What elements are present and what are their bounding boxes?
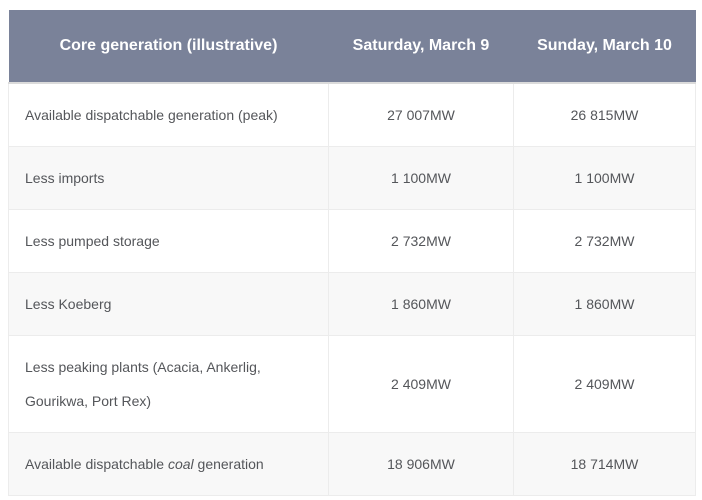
row-label: Less imports (25, 170, 104, 186)
sunday-value-cell: 2 732MW (514, 210, 696, 273)
row-label: Available dispatchable generation (peak) (25, 107, 278, 123)
row-label-cell: Less peaking plants (Acacia, Ankerlig, G… (9, 336, 329, 433)
table-row: Less peaking plants (Acacia, Ankerlig, G… (9, 336, 696, 433)
sunday-value: 26 815MW (571, 107, 639, 123)
sunday-value: 2 409MW (575, 376, 635, 392)
header-row: Core generation (illustrative) Saturday,… (9, 10, 696, 83)
row-label-cell: Available dispatchable generation (peak) (9, 83, 329, 147)
sunday-value-cell: 1 100MW (514, 147, 696, 210)
row-label: Available dispatchable (25, 456, 168, 472)
row-label-cell: Available dispatchable coal generation (9, 433, 329, 496)
row-label: Less Koeberg (25, 296, 111, 312)
core-generation-table: Core generation (illustrative) Saturday,… (8, 10, 695, 496)
column-header-saturday: Saturday, March 9 (329, 10, 514, 83)
sunday-value-cell: 18 714MW (514, 433, 696, 496)
sunday-value: 1 100MW (575, 170, 635, 186)
page: { "chart_data": { "type": "table", "titl… (0, 0, 702, 500)
saturday-value: 2 732MW (391, 233, 451, 249)
saturday-value: 1 860MW (391, 296, 451, 312)
saturday-value-cell: 2 732MW (329, 210, 514, 273)
saturday-value: 2 409MW (391, 376, 451, 392)
saturday-value: 18 906MW (387, 456, 455, 472)
sunday-value: 1 860MW (575, 296, 635, 312)
table-body: Available dispatchable generation (peak)… (9, 83, 696, 496)
row-label: Less peaking plants (Acacia, Ankerlig, G… (25, 359, 261, 409)
sunday-value-cell: 1 860MW (514, 273, 696, 336)
row-label-italic: coal (168, 456, 194, 472)
row-label-cell: Less pumped storage (9, 210, 329, 273)
table-row: Less pumped storage 2 732MW 2 732MW (9, 210, 696, 273)
table-header: Core generation (illustrative) Saturday,… (9, 10, 696, 83)
table-row: Less imports 1 100MW 1 100MW (9, 147, 696, 210)
saturday-value-cell: 1 100MW (329, 147, 514, 210)
row-label-cell: Less imports (9, 147, 329, 210)
table-row: Less Koeberg 1 860MW 1 860MW (9, 273, 696, 336)
table-row: Available dispatchable generation (peak)… (9, 83, 696, 147)
saturday-value-cell: 1 860MW (329, 273, 514, 336)
row-label-suffix: generation (194, 456, 264, 472)
column-header-sunday: Sunday, March 10 (514, 10, 696, 83)
table-row: Available dispatchable coal generation 1… (9, 433, 696, 496)
saturday-value-cell: 18 906MW (329, 433, 514, 496)
sunday-value-cell: 26 815MW (514, 83, 696, 147)
sunday-value-cell: 2 409MW (514, 336, 696, 433)
saturday-value: 27 007MW (387, 107, 455, 123)
saturday-value: 1 100MW (391, 170, 451, 186)
column-header-core-generation: Core generation (illustrative) (9, 10, 329, 83)
row-label: Less pumped storage (25, 233, 160, 249)
sunday-value: 18 714MW (571, 456, 639, 472)
saturday-value-cell: 2 409MW (329, 336, 514, 433)
sunday-value: 2 732MW (575, 233, 635, 249)
data-table: Core generation (illustrative) Saturday,… (8, 10, 696, 496)
saturday-value-cell: 27 007MW (329, 83, 514, 147)
row-label-cell: Less Koeberg (9, 273, 329, 336)
